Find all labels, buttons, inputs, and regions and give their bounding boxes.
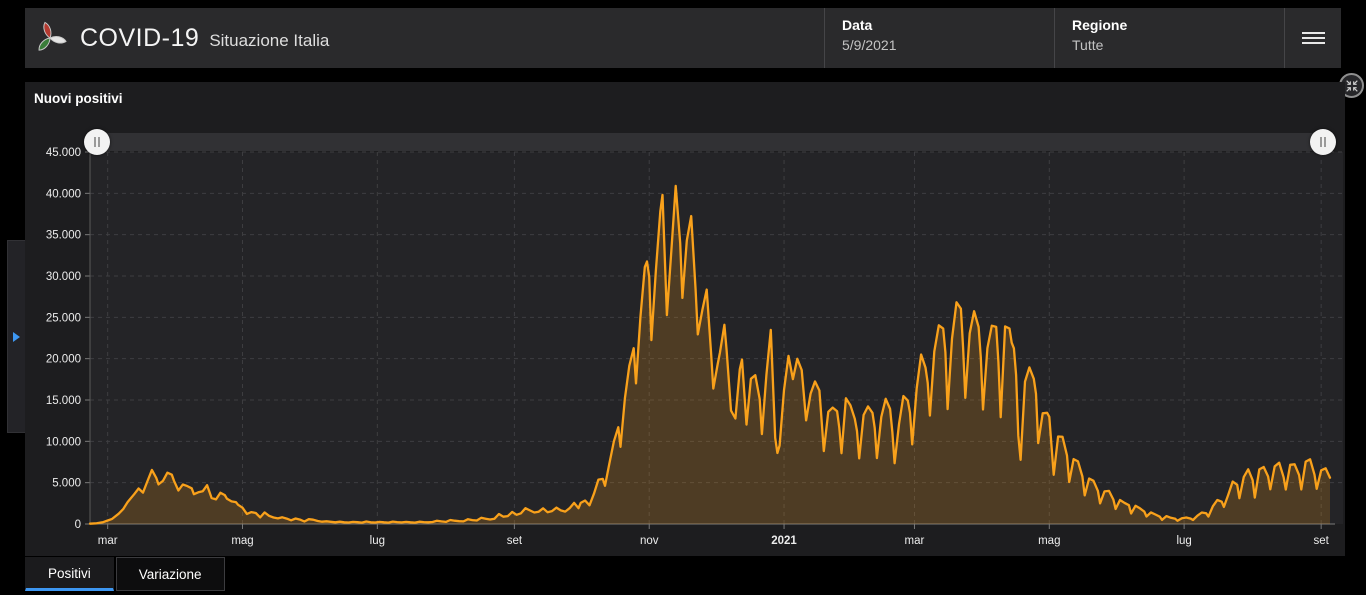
date-field-value: 5/9/2021	[842, 37, 897, 53]
grip-icon	[94, 137, 100, 147]
slider-handle-right[interactable]	[1310, 129, 1336, 155]
x-tick-label: 2021	[771, 535, 797, 547]
app-title: COVID-19	[80, 23, 200, 52]
y-tick-label: 15.000	[46, 395, 81, 407]
hamburger-icon	[1301, 29, 1325, 47]
app-header: COVID-19 Situazione Italia Data 5/9/2021…	[25, 8, 1341, 68]
civil-protection-logo-icon	[38, 21, 67, 51]
y-tick-label: 45.000	[46, 147, 81, 159]
y-tick-label: 25.000	[46, 312, 81, 324]
sidebar-expand-handle[interactable]	[7, 240, 26, 433]
tab-positivi[interactable]: Positivi	[25, 557, 114, 591]
tab-variazione[interactable]: Variazione	[115, 557, 225, 591]
y-tick-label: 10.000	[46, 436, 81, 448]
x-tick-label: mar	[905, 535, 925, 547]
slider-handle-left[interactable]	[84, 129, 110, 155]
chevron-right-icon	[13, 331, 20, 342]
time-range-slider[interactable]	[97, 133, 1323, 151]
y-tick-label: 20.000	[46, 354, 81, 366]
grip-icon	[1320, 137, 1326, 147]
chart-panel: Nuovi positivi 0 5.000 10.000 15.000 20.000 2…	[25, 82, 1345, 556]
y-tick-label: 35.000	[46, 230, 81, 242]
y-tick-label: 30.000	[46, 271, 81, 283]
region-field-label: Regione	[1072, 17, 1128, 33]
date-field[interactable]: Data 5/9/2021	[824, 8, 1054, 68]
menu-button[interactable]	[1284, 8, 1341, 68]
y-tick-label: 40.000	[46, 188, 81, 200]
x-tick-label: set	[1313, 535, 1329, 547]
tab-bar: Positivi Variazione	[25, 557, 225, 591]
x-tick-label: lug	[370, 535, 385, 547]
x-tick-label: mar	[98, 535, 118, 547]
x-tick-label: mag	[231, 535, 253, 547]
date-field-label: Data	[842, 17, 873, 33]
y-tick-label: 0	[75, 519, 81, 531]
x-tick-label: lug	[1176, 535, 1191, 547]
x-tick-label: mag	[1038, 535, 1060, 547]
y-tick-label: 5.000	[52, 478, 81, 490]
area-chart[interactable]: 0 5.000 10.000 15.000 20.000 25.000 30.000 35.0…	[25, 82, 1345, 556]
app-brand: COVID-19 Situazione Italia	[25, 8, 824, 68]
app-window: COVID-19 Situazione Italia Data 5/9/2021…	[0, 0, 1366, 595]
app-subtitle: Situazione Italia	[209, 30, 330, 50]
x-tick-label: set	[507, 535, 523, 547]
region-field[interactable]: Regione Tutte	[1054, 8, 1284, 68]
x-tick-label: nov	[640, 535, 659, 547]
app-title-group: COVID-19 Situazione Italia	[80, 24, 329, 53]
region-field-value: Tutte	[1072, 37, 1104, 53]
collapse-arrows-icon	[1345, 79, 1358, 92]
